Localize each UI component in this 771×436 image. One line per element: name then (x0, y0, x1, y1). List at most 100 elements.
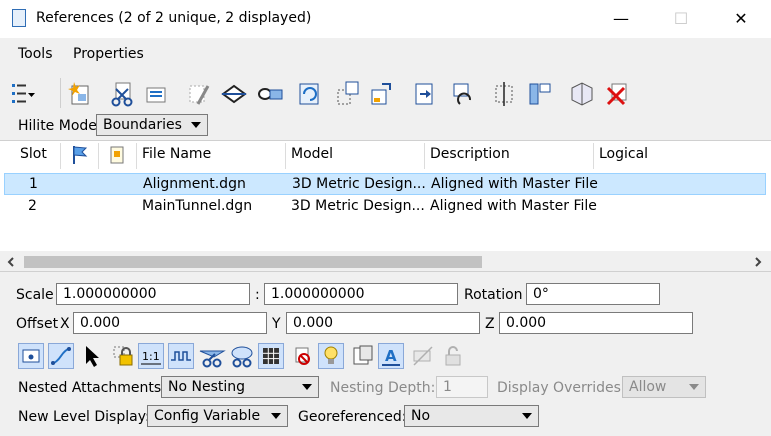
display-overrides-value: Allow (629, 379, 667, 395)
close-button[interactable]: ✕ (718, 0, 764, 38)
cell-file-name: Alignment.dgn (143, 176, 246, 192)
column-header-logical[interactable]: Logical (599, 146, 648, 162)
column-divider (60, 143, 61, 169)
scale-reference-field[interactable]: 1.000000000 (264, 283, 458, 305)
offset-z-field[interactable]: 0.000 (499, 312, 693, 334)
scrollbar-thumb[interactable] (24, 256, 482, 268)
hilite-mode-dropdown[interactable]: Boundaries (96, 114, 208, 136)
display-raster-icon[interactable] (228, 343, 256, 369)
chevron-down-icon (689, 384, 699, 390)
flag-icon[interactable] (70, 144, 90, 166)
mirror-vertical-icon[interactable] (410, 80, 438, 108)
column-header-slot[interactable]: Slot (20, 146, 47, 162)
column-divider (424, 143, 425, 169)
scroll-right-icon[interactable] (753, 256, 763, 268)
cell-slot: 2 (28, 198, 37, 214)
scale-master-field[interactable]: 1.000000000 (56, 283, 250, 305)
svg-text:1:1: 1:1 (142, 350, 160, 363)
unlock-icon (445, 346, 461, 366)
offset-y-label: Y (272, 316, 281, 332)
chevron-down-icon (271, 413, 281, 419)
cell-file-name: MainTunnel.dgn (142, 198, 253, 214)
reload-reference-icon[interactable] (142, 80, 170, 108)
offset-x-label: X (60, 316, 70, 332)
offset-z-label: Z (485, 316, 495, 332)
cell-model: 3D Metric Design... (292, 176, 426, 192)
cell-model: 3D Metric Design... (291, 198, 425, 214)
rotation-label: Rotation (464, 287, 523, 303)
table-row[interactable]: 1 Alignment.dgn 3D Metric Design... Alig… (4, 173, 766, 195)
clip-front-icon[interactable] (526, 80, 554, 108)
mirror-horizontal-icon[interactable] (368, 80, 396, 108)
rotate-reference-icon[interactable] (334, 80, 362, 108)
column-header-file-name[interactable]: File Name (142, 146, 211, 162)
clip-boundary-icon[interactable] (450, 80, 478, 108)
move-reference-icon[interactable] (220, 80, 248, 108)
ignore-attachment-icon[interactable] (198, 343, 226, 369)
chevron-down-icon (522, 413, 532, 419)
georeferenced-value: No (411, 408, 431, 424)
scroll-left-icon[interactable] (6, 256, 16, 268)
treat-as-element-icon[interactable] (290, 343, 316, 369)
scale-separator: : (255, 287, 260, 303)
hilite-mode-value: Boundaries (103, 117, 182, 133)
nesting-depth-label: Nesting Depth: (330, 380, 436, 396)
display-overrides-dropdown: Allow (622, 376, 706, 398)
list-view-icon[interactable] (8, 80, 36, 108)
new-level-display-label: New Level Display: (18, 409, 150, 425)
svg-text:A: A (385, 347, 397, 365)
menu-properties[interactable]: Properties (73, 46, 144, 62)
display-overrides-icon[interactable] (350, 343, 376, 369)
file-icon[interactable] (108, 145, 126, 165)
scale-line-styles-icon[interactable] (168, 343, 194, 369)
display-toggle-icon[interactable] (18, 343, 44, 369)
offset-x-field[interactable]: 0.000 (73, 312, 267, 334)
hidden-line-icon (413, 346, 433, 366)
cell-description: Aligned with Master File (431, 176, 598, 192)
cell-slot: 1 (29, 176, 38, 192)
annotation-scale-icon[interactable]: A (378, 343, 404, 369)
delete-clip-icon[interactable] (604, 80, 632, 108)
column-header-model[interactable]: Model (291, 146, 333, 162)
document-icon (12, 9, 26, 27)
exchange-reference-icon[interactable] (186, 80, 214, 108)
nesting-depth-field: 1 (436, 376, 488, 398)
window-title: References (2 of 2 unique, 2 displayed) (36, 10, 312, 26)
chevron-down-icon (191, 122, 201, 128)
scale-reference-icon[interactable] (296, 80, 324, 108)
display-grid-icon[interactable] (258, 343, 284, 369)
clip-back-icon[interactable] (568, 80, 596, 108)
display-overrides-label: Display Overrides: (497, 380, 626, 396)
georeferenced-dropdown[interactable]: No (404, 405, 539, 427)
offset-y-field[interactable]: 0.000 (286, 312, 480, 334)
true-scale-toggle-icon[interactable]: 1:1 (138, 343, 164, 369)
column-header-description[interactable]: Description (430, 146, 510, 162)
minimize-button[interactable]: — (598, 0, 644, 38)
maximize-button[interactable]: ☐ (658, 0, 704, 38)
nested-attachments-dropdown[interactable]: No Nesting (161, 376, 319, 398)
column-divider (136, 143, 137, 169)
toolbar-separator (60, 78, 61, 108)
nested-attachments-label: Nested Attachments: (18, 380, 166, 396)
lightbulb-icon[interactable] (318, 343, 344, 369)
clip-mask-icon[interactable] (490, 80, 518, 108)
locate-toggle-icon[interactable] (80, 343, 106, 369)
detach-reference-icon[interactable] (108, 80, 136, 108)
chevron-down-icon (302, 384, 312, 390)
hilite-mode-label-text: Hilite Mode: (18, 118, 102, 134)
cell-description: Aligned with Master File (430, 198, 597, 214)
new-level-display-value: Config Variable (154, 408, 261, 424)
snap-toggle-icon[interactable] (48, 343, 74, 369)
column-divider (593, 143, 594, 169)
menu-tools[interactable]: Tools (18, 46, 53, 62)
offset-label: Offset (16, 316, 59, 332)
rotation-field[interactable]: 0° (526, 283, 660, 305)
attach-reference-icon[interactable] (66, 80, 94, 108)
scale-label: Scale (16, 287, 54, 303)
column-divider (98, 143, 99, 169)
table-row[interactable]: 2 MainTunnel.dgn 3D Metric Design... Ali… (4, 196, 766, 218)
copy-reference-icon[interactable] (256, 80, 284, 108)
column-divider (285, 143, 286, 169)
new-level-display-dropdown[interactable]: Config Variable (147, 405, 288, 427)
lock-reference-icon[interactable] (110, 343, 136, 369)
